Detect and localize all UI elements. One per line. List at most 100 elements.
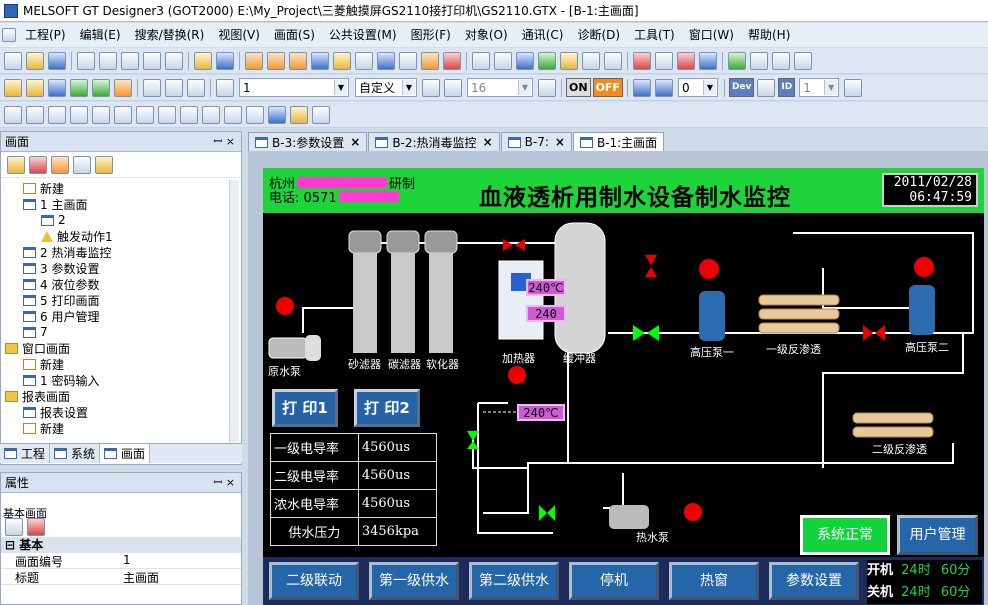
abc-icon[interactable] <box>604 51 622 70</box>
edit-icon[interactable] <box>202 105 220 124</box>
list-icon[interactable] <box>73 155 91 174</box>
menu-item-10[interactable]: 工具(T) <box>627 24 682 46</box>
select-icon[interactable] <box>194 51 212 70</box>
book-icon[interactable] <box>333 51 351 70</box>
tree-item[interactable]: 新建 <box>1 420 231 436</box>
new-icon[interactable] <box>4 51 22 70</box>
open-icon[interactable] <box>26 51 44 70</box>
tab-b2[interactable]: B-2:热消毒监控 × <box>368 132 500 151</box>
linkage-button[interactable]: 二级联动 <box>269 562 359 600</box>
tree-item[interactable]: 窗口画面 <box>1 340 231 356</box>
align-right-icon[interactable] <box>48 105 66 124</box>
line-color-icon[interactable] <box>143 78 161 97</box>
grid-snap-icon[interactable] <box>114 78 132 97</box>
tree-item[interactable]: 新建 <box>1 180 231 196</box>
layer-select[interactable]: 自定义 ▼ <box>355 78 417 97</box>
forward-icon[interactable] <box>92 78 110 97</box>
search-icon[interactable] <box>377 51 395 70</box>
compare-icon[interactable] <box>677 51 695 70</box>
transfer-icon[interactable] <box>421 51 439 70</box>
cut-icon[interactable] <box>77 51 95 70</box>
delete-screen-icon[interactable] <box>29 155 47 174</box>
prop-row-title[interactable]: 标题 主画面 <box>1 569 241 585</box>
object-icon[interactable] <box>844 78 863 97</box>
add-window-icon[interactable] <box>26 78 44 97</box>
back-icon[interactable] <box>70 78 88 97</box>
tree-item[interactable]: 1 密码输入 <box>1 372 231 388</box>
system-status-button[interactable]: 系统正常 <box>800 515 890 555</box>
check-icon[interactable] <box>443 51 461 70</box>
tree-item[interactable]: 4 液位参数 <box>1 276 231 292</box>
close-icon[interactable]: × <box>483 135 493 149</box>
verify-icon[interactable] <box>772 51 790 70</box>
menu-item-1[interactable]: 编辑(E) <box>73 24 128 46</box>
panel-pin-close[interactable]: ꟷ × <box>213 134 235 149</box>
menu-item-6[interactable]: 图形(F) <box>404 24 458 46</box>
menu-item-11[interactable]: 窗口(W) <box>682 24 741 46</box>
ungroup-icon[interactable] <box>92 105 110 124</box>
send-back-icon[interactable] <box>136 105 154 124</box>
paste-icon[interactable] <box>121 51 139 70</box>
arrow-right-icon[interactable] <box>654 78 673 97</box>
tree-item[interactable]: 3 参数设置 <box>1 260 231 276</box>
align-left-icon[interactable] <box>4 105 22 124</box>
transparent-icon[interactable] <box>224 105 242 124</box>
open-screen-icon[interactable] <box>51 155 69 174</box>
tree-scrollbar[interactable] <box>229 180 239 442</box>
comm-read-icon[interactable] <box>750 51 768 70</box>
group-icon[interactable] <box>560 51 578 70</box>
redo-icon[interactable] <box>165 51 183 70</box>
layout-icon[interactable] <box>494 51 512 70</box>
close-icon[interactable]: × <box>350 135 360 149</box>
tab-b7[interactable]: B-7: × <box>500 132 572 151</box>
import-icon[interactable] <box>633 51 651 70</box>
menu-item-4[interactable]: 画面(S) <box>267 24 322 46</box>
help-icon[interactable] <box>216 51 234 70</box>
fill-color-icon[interactable] <box>187 78 205 97</box>
undo-icon[interactable] <box>143 51 161 70</box>
tab-project[interactable]: 工程 <box>0 444 51 463</box>
zoom-in-icon[interactable] <box>422 78 440 97</box>
hot-window-button[interactable]: 热窗 <box>669 562 759 600</box>
menu-item-2[interactable]: 搜索/替换(R) <box>128 24 212 46</box>
simulate-icon[interactable] <box>538 51 556 70</box>
stage1-supply-button[interactable]: 第一级供水 <box>369 562 459 600</box>
menu-item-5[interactable]: 公共设置(M) <box>322 24 404 46</box>
highlight-icon[interactable] <box>290 105 308 124</box>
on-toggle[interactable]: ON <box>566 78 591 97</box>
print2-button[interactable]: 打 印2 <box>354 389 420 427</box>
menu-item-7[interactable]: 对象(O) <box>458 24 515 46</box>
write-icon[interactable] <box>699 51 717 70</box>
menu-item-0[interactable]: 工程(P) <box>18 24 73 46</box>
close-icon[interactable]: × <box>555 135 565 149</box>
print1-button[interactable]: 打 印1 <box>272 389 338 427</box>
tab-b3[interactable]: B-3:参数设置 × <box>248 132 368 151</box>
copy-icon[interactable] <box>99 51 117 70</box>
save-icon[interactable] <box>48 51 66 70</box>
align-center-icon[interactable] <box>26 105 44 124</box>
flip-icon[interactable] <box>180 105 198 124</box>
shadow-icon[interactable] <box>246 105 264 124</box>
tree-item[interactable]: 报表画面 <box>1 388 231 404</box>
cursor-icon[interactable] <box>268 105 286 124</box>
tree-item[interactable]: 报表设置 <box>1 404 231 420</box>
window-icon[interactable] <box>267 51 285 70</box>
state-select[interactable]: 0 ▼ <box>677 78 718 97</box>
add-screen-icon[interactable] <box>4 78 22 97</box>
tree-item[interactable]: 7 <box>1 324 231 340</box>
comment-icon[interactable] <box>757 78 776 97</box>
zoom-out-icon[interactable] <box>444 78 462 97</box>
arrow-left-icon[interactable] <box>632 78 651 97</box>
tree-item[interactable]: 2 <box>1 212 231 228</box>
stage2-supply-button[interactable]: 第二级供水 <box>469 562 559 600</box>
snap-icon[interactable] <box>312 105 330 124</box>
device-list-icon[interactable] <box>582 51 600 70</box>
off-toggle[interactable]: OFF <box>592 78 623 97</box>
data-icon[interactable] <box>355 51 373 70</box>
parameter-settings-button[interactable]: 参数设置 <box>769 562 859 600</box>
sort-alpha-icon[interactable] <box>27 518 45 536</box>
dev-button[interactable]: Dev <box>728 78 755 97</box>
library-icon[interactable] <box>311 51 329 70</box>
align-icon[interactable] <box>538 78 556 97</box>
setting-icon[interactable] <box>794 51 812 70</box>
